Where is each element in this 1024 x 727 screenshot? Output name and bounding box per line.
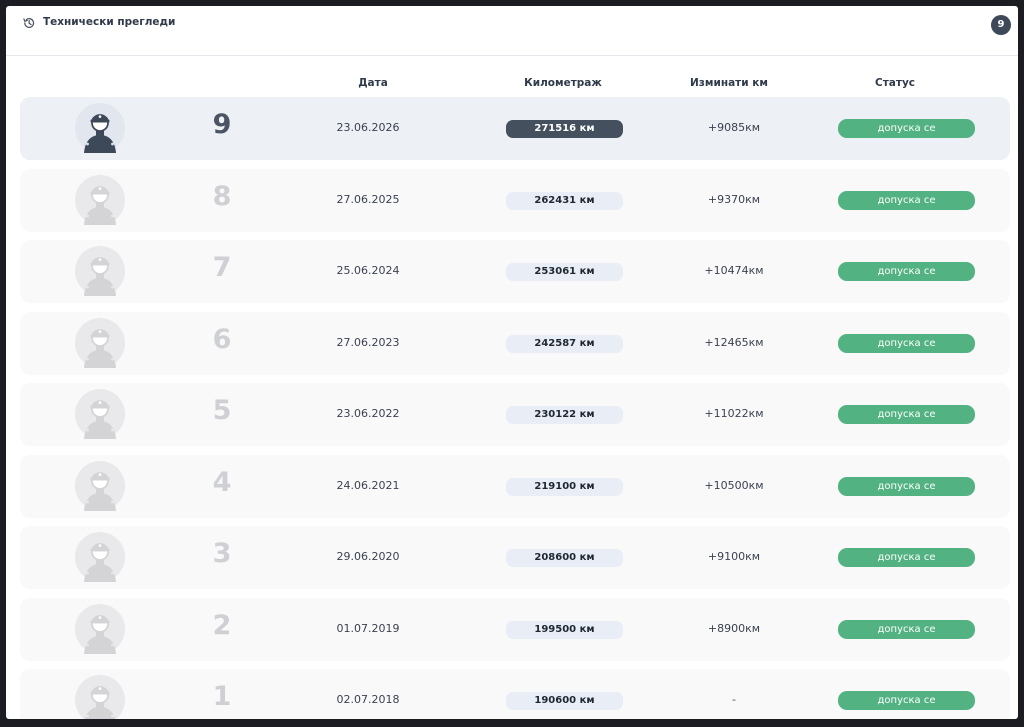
status-badge: допуска се [838, 405, 975, 424]
mileage-pill: 271516 км [506, 120, 623, 138]
mechanic-avatar-icon [75, 103, 125, 153]
mileage-pill: 199500 км [506, 620, 623, 639]
inspection-date: 23.06.2022 [336, 407, 400, 420]
mileage-delta: +12465км [704, 335, 764, 349]
mechanic-avatar-icon [75, 532, 125, 582]
inspection-date: 27.06.2025 [336, 192, 400, 206]
mechanic-avatar-icon [75, 174, 125, 225]
inspection-row[interactable]: 4 24.06.2021 219100 км +10500км допуска … [20, 454, 1010, 518]
inspection-row[interactable]: 9 23.06.2026 271516 км +9085км допуска с… [20, 97, 1010, 160]
mileage-delta: +10474км [704, 264, 764, 277]
inspection-date: 25.06.2024 [336, 264, 400, 277]
status-badge: допуска се [838, 619, 975, 639]
mechanic-avatar-icon [75, 389, 125, 439]
status-badge: допуска се [838, 190, 975, 210]
inspection-date: 23.06.2026 [336, 121, 400, 134]
mechanic-avatar-icon [75, 603, 125, 654]
inspection-date: 29.06.2020 [336, 550, 400, 563]
status-badge: допуска се [838, 119, 975, 138]
inspection-row[interactable]: 7 25.06.2024 253061 км +10474км допуска … [20, 240, 1010, 303]
panel-header: Технически прегледи 9 [6, 6, 1018, 56]
inspection-row[interactable]: 2 01.07.2019 199500 км +8900км допуска с… [20, 597, 1010, 661]
column-header-delta: Изминати км [690, 77, 768, 89]
mileage-pill: 190600 км [506, 692, 623, 710]
inspection-date: 01.07.2019 [336, 621, 400, 635]
mechanic-avatar-icon [75, 675, 125, 719]
history-icon [23, 18, 35, 29]
mileage-delta: +8900км [707, 621, 761, 635]
status-badge: допуска се [838, 691, 975, 710]
inspection-date: 24.06.2021 [336, 478, 400, 492]
count-badge: 9 [991, 15, 1011, 35]
inspection-date: 27.06.2023 [336, 335, 400, 349]
mileage-pill: 242587 км [506, 334, 623, 353]
inspection-row[interactable]: 5 23.06.2022 230122 км +11022км допуска … [20, 383, 1010, 446]
mechanic-avatar-icon [75, 317, 125, 368]
inspection-row[interactable]: 3 29.06.2020 208600 км +9100км допуска с… [20, 526, 1010, 589]
mileage-pill: 219100 км [506, 477, 623, 496]
mechanic-avatar-icon [75, 246, 125, 296]
mileage-delta: +9370км [707, 192, 761, 206]
inspection-date: 02.07.2018 [336, 693, 400, 706]
inspection-row[interactable]: 6 27.06.2023 242587 км +12465км допуска … [20, 311, 1010, 375]
mileage-delta: +9100км [707, 550, 761, 563]
mechanic-avatar-icon [75, 460, 125, 511]
mileage-delta: +10500км [704, 478, 764, 492]
inspection-row[interactable]: 1 02.07.2018 190600 км - допуска се [20, 669, 1010, 719]
inspections-panel: Технически прегледи 9 Дата Километраж Из… [6, 6, 1018, 719]
status-badge: допуска се [838, 262, 975, 281]
status-badge: допуска се [838, 548, 975, 567]
mileage-pill: 262431 км [506, 191, 623, 210]
mileage-delta: - [732, 693, 736, 706]
mileage-pill: 208600 км [506, 549, 623, 567]
mileage-pill: 230122 км [506, 406, 623, 424]
column-header-status: Статус [874, 77, 916, 89]
status-badge: допуска се [838, 333, 975, 353]
column-header-mileage: Километраж [524, 77, 602, 89]
mileage-pill: 253061 км [506, 263, 623, 281]
mileage-delta: +11022км [704, 407, 764, 420]
status-badge: допуска се [838, 476, 975, 496]
column-header-date: Дата [358, 77, 388, 89]
inspection-row[interactable]: 8 27.06.2025 262431 км +9370км допуска с… [20, 168, 1010, 232]
mileage-delta: +9085км [707, 121, 761, 134]
page-title: Технически прегледи [43, 16, 176, 28]
